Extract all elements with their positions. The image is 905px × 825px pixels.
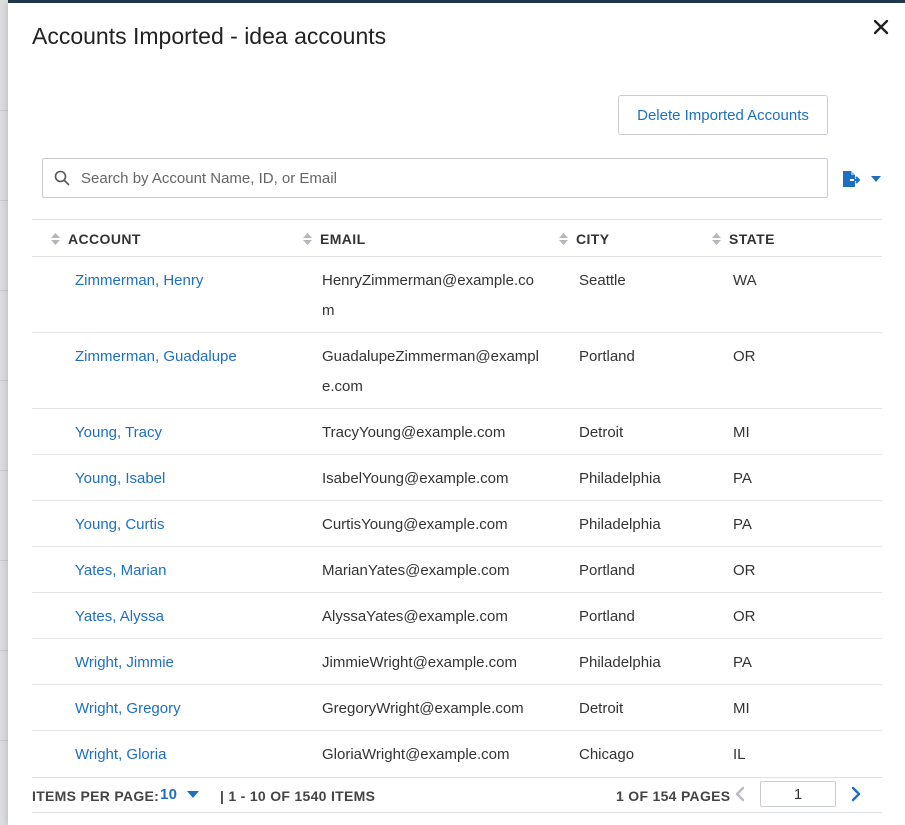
accounts-imported-modal: Accounts Imported - idea accounts Delete…: [8, 3, 905, 825]
city-cell: Portland: [579, 348, 635, 365]
email-cell: GuadalupeZimmerman@example.com: [322, 348, 539, 395]
email-cell: AlyssaYates@example.com: [322, 608, 508, 625]
state-cell: OR: [733, 348, 756, 365]
state-cell: WA: [733, 272, 757, 289]
table-row: Yates, Marian MarianYates@example.com Po…: [32, 547, 882, 593]
table-row: Wright, Gregory GregoryWright@example.co…: [32, 685, 882, 731]
items-per-page-value: 10: [160, 786, 178, 803]
search-box[interactable]: [42, 158, 828, 198]
column-header-email[interactable]: EMAIL: [303, 220, 366, 258]
account-link[interactable]: Wright, Gloria: [75, 731, 166, 770]
city-cell: Detroit: [579, 424, 624, 441]
email-cell: GloriaWright@example.com: [322, 746, 510, 763]
search-input[interactable]: [81, 169, 827, 187]
city-cell: Seattle: [579, 272, 626, 289]
table-row: Young, Curtis CurtisYoung@example.com Ph…: [32, 501, 882, 547]
page-count-text: 1 OF 154 PAGES: [616, 788, 731, 804]
close-button[interactable]: [871, 17, 891, 37]
table-row: Wright, Gloria GloriaWright@example.com …: [32, 731, 882, 777]
account-link[interactable]: Wright, Gregory: [75, 685, 181, 724]
state-cell: MI: [733, 424, 750, 441]
email-cell: GregoryWright@example.com: [322, 700, 524, 717]
email-cell: CurtisYoung@example.com: [322, 516, 508, 533]
caret-down-icon: [871, 176, 881, 182]
column-header-city[interactable]: CITY: [559, 220, 610, 258]
city-cell: Philadelphia: [579, 654, 661, 671]
table-row: Yates, Alyssa AlyssaYates@example.com Po…: [32, 593, 882, 639]
state-cell: IL: [733, 746, 746, 763]
chevron-right-icon: [851, 786, 861, 802]
email-cell: TracyYoung@example.com: [322, 424, 506, 441]
items-per-page-label: ITEMS PER PAGE:: [32, 788, 160, 804]
next-page-button[interactable]: [850, 786, 862, 805]
city-cell: Chicago: [579, 746, 635, 763]
previous-page-button[interactable]: [734, 786, 746, 805]
modal-title: Accounts Imported - idea accounts: [32, 23, 387, 49]
state-cell: PA: [733, 654, 752, 671]
close-icon: [873, 19, 889, 35]
items-per-page-select[interactable]: 10: [160, 786, 200, 803]
search-icon: [43, 170, 81, 186]
state-cell: PA: [733, 516, 752, 533]
caret-down-icon: [187, 790, 200, 798]
state-cell: OR: [733, 562, 756, 579]
background-page-edge: [0, 0, 8, 825]
table-row: Zimmerman, Guadalupe GuadalupeZimmerman@…: [32, 333, 882, 409]
city-cell: Detroit: [579, 700, 624, 717]
column-header-state[interactable]: STATE: [712, 220, 775, 258]
email-cell: HenryZimmerman@example.com: [322, 272, 534, 319]
page-number-input[interactable]: [760, 781, 836, 807]
city-cell: Portland: [579, 608, 635, 625]
column-label: ACCOUNT: [68, 231, 141, 247]
pagination-bar: ITEMS PER PAGE: 10 | 1 - 10 OF 1540 ITEM…: [32, 777, 882, 813]
accounts-table: ACCOUNT EMAIL CITY STATE Zimmerman, Henr…: [32, 219, 882, 777]
city-cell: Philadelphia: [579, 470, 661, 487]
column-label: STATE: [729, 231, 775, 247]
sort-icon: [303, 233, 312, 245]
chevron-left-icon: [735, 786, 745, 802]
account-link[interactable]: Zimmerman, Guadalupe: [75, 333, 237, 372]
state-cell: PA: [733, 470, 752, 487]
column-label: EMAIL: [320, 231, 366, 247]
email-cell: IsabelYoung@example.com: [322, 470, 509, 487]
account-link[interactable]: Yates, Marian: [75, 547, 166, 586]
state-cell: MI: [733, 700, 750, 717]
email-cell: MarianYates@example.com: [322, 562, 510, 579]
sort-icon: [51, 233, 60, 245]
column-label: CITY: [576, 231, 610, 247]
column-header-account[interactable]: ACCOUNT: [51, 220, 141, 258]
table-row: Young, Isabel IsabelYoung@example.com Ph…: [32, 455, 882, 501]
state-cell: OR: [733, 608, 756, 625]
table-header: ACCOUNT EMAIL CITY STATE: [32, 219, 882, 257]
delete-imported-accounts-button[interactable]: Delete Imported Accounts: [618, 95, 828, 135]
table-row: Zimmerman, Henry HenryZimmerman@example.…: [32, 257, 882, 333]
account-link[interactable]: Yates, Alyssa: [75, 593, 164, 632]
export-file-icon: [843, 171, 861, 187]
account-link[interactable]: Wright, Jimmie: [75, 639, 174, 678]
item-range-text: | 1 - 10 OF 1540 ITEMS: [220, 788, 376, 804]
email-cell: JimmieWright@example.com: [322, 654, 517, 671]
account-link[interactable]: Zimmerman, Henry: [75, 257, 203, 296]
city-cell: Philadelphia: [579, 516, 661, 533]
account-link[interactable]: Young, Isabel: [75, 455, 165, 494]
table-row: Wright, Jimmie JimmieWright@example.com …: [32, 639, 882, 685]
sort-icon: [559, 233, 568, 245]
account-link[interactable]: Young, Curtis: [75, 501, 165, 540]
table-row: Young, Tracy TracyYoung@example.com Detr…: [32, 409, 882, 455]
account-link[interactable]: Young, Tracy: [75, 409, 162, 448]
city-cell: Portland: [579, 562, 635, 579]
export-dropdown-button[interactable]: [842, 169, 884, 189]
sort-icon: [712, 233, 721, 245]
